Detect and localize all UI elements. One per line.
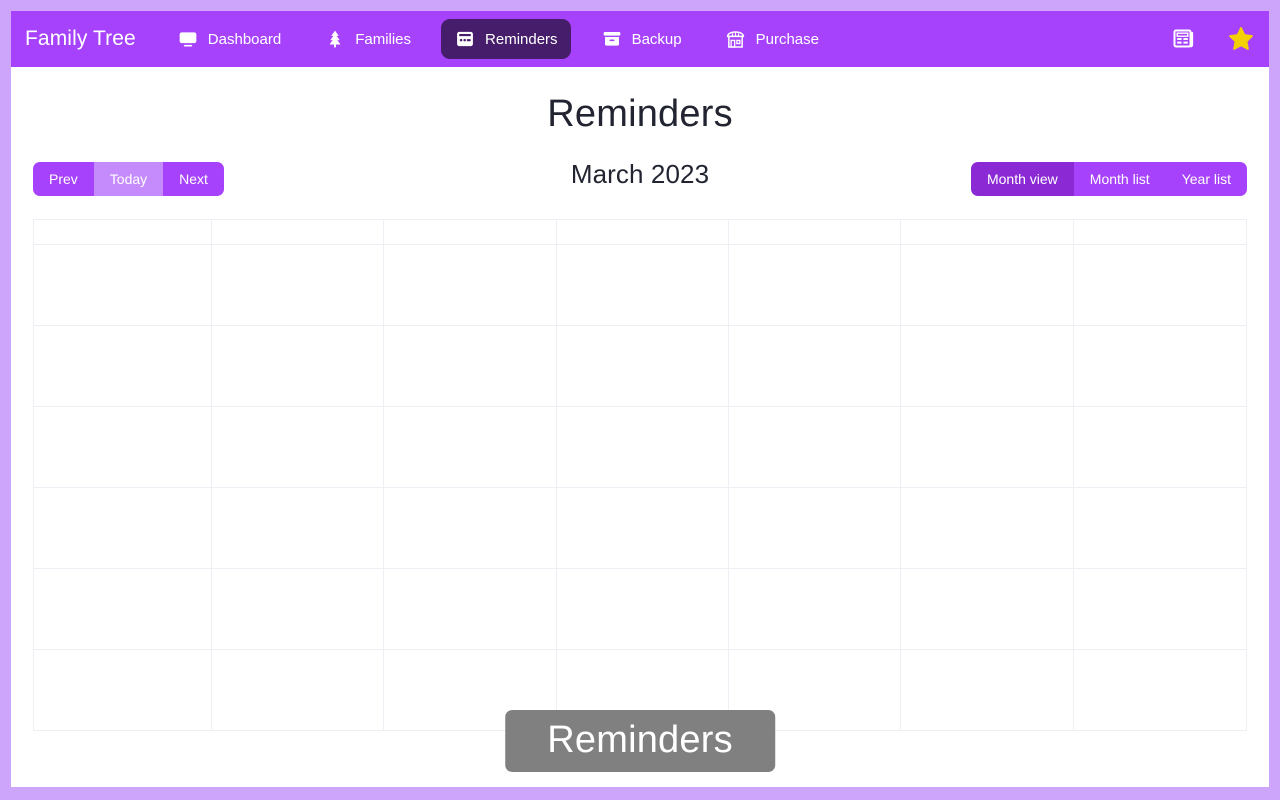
weekday-header — [728, 219, 902, 245]
nav-items: Dashboard Families Reminders Backup Purc… — [164, 19, 849, 59]
page-title: Reminders — [547, 93, 733, 135]
calendar-day-cell[interactable] — [384, 568, 557, 650]
calendar-day-cell[interactable] — [1073, 488, 1246, 569]
nav-item-reminders[interactable]: Reminders — [441, 19, 571, 59]
calendar-week-row — [34, 568, 1246, 650]
nav-item-backup[interactable]: Backup — [588, 19, 695, 59]
calendar-day-cell[interactable] — [34, 568, 212, 650]
calendar-day-cell[interactable] — [901, 568, 1074, 650]
nav-label-families: Families — [355, 30, 412, 48]
calendar-day-cell[interactable] — [212, 325, 385, 407]
calendar-day-cell[interactable] — [212, 487, 385, 569]
calendar-day-cell[interactable] — [212, 568, 385, 650]
calendar-day-cell[interactable] — [1073, 407, 1246, 488]
calendar-day-cell[interactable] — [34, 487, 212, 569]
nav-label-reminders: Reminders — [485, 30, 558, 48]
calendar-day-cell[interactable] — [1073, 326, 1246, 407]
calendar-day-cell[interactable] — [556, 406, 729, 488]
calendar-day-cell[interactable] — [556, 568, 729, 650]
calendar-day-cell[interactable] — [212, 244, 385, 326]
calendar-week-row — [34, 487, 1246, 569]
nav-item-dashboard[interactable]: Dashboard — [164, 19, 294, 59]
calendar-day-cell[interactable] — [728, 406, 902, 488]
calendar-day-cell[interactable] — [901, 649, 1074, 731]
month-view-button[interactable]: Month view — [970, 161, 1074, 196]
calendar-day-cell[interactable] — [901, 325, 1074, 407]
calendar-day-cell[interactable] — [728, 325, 902, 407]
weekday-header — [34, 219, 212, 245]
calendar-icon — [454, 28, 476, 50]
app-brand: Family Tree — [25, 27, 136, 50]
calendar-day-cell[interactable] — [384, 325, 557, 407]
store-icon — [725, 28, 747, 50]
navbar-right-actions — [1169, 11, 1255, 67]
archive-icon — [601, 28, 623, 50]
nav-label-dashboard: Dashboard — [207, 30, 282, 48]
star-icon[interactable] — [1227, 25, 1255, 53]
calendar-day-cell[interactable] — [1073, 569, 1246, 650]
calendar-day-cell[interactable] — [34, 649, 212, 731]
calendar-day-cell[interactable] — [901, 406, 1074, 488]
calendar-day-cell[interactable] — [901, 487, 1074, 569]
tree-icon — [324, 28, 346, 50]
top-navbar: Family Tree Dashboard Families Reminders… — [11, 11, 1269, 67]
calendar-day-cell[interactable] — [1073, 650, 1246, 731]
nav-item-families[interactable]: Families — [311, 19, 424, 59]
calendar-grid — [33, 218, 1247, 731]
calendar-day-cell[interactable] — [212, 649, 385, 731]
calendar-day-cell[interactable] — [728, 487, 902, 569]
calendar-day-cell[interactable] — [556, 487, 729, 569]
calendar-week-row — [34, 244, 1246, 326]
weekday-header — [1073, 220, 1246, 245]
monitor-icon — [177, 28, 199, 50]
weekday-header — [212, 219, 385, 245]
weekday-header — [556, 219, 729, 245]
calendar-day-cell[interactable] — [384, 406, 557, 488]
weekday-header — [384, 219, 557, 245]
newspaper-icon[interactable] — [1169, 25, 1197, 53]
calendar-day-cell[interactable] — [1073, 245, 1246, 326]
calendar-day-cell[interactable] — [384, 487, 557, 569]
calendar-day-cell[interactable] — [556, 325, 729, 407]
nav-label-backup: Backup — [631, 30, 682, 48]
nav-item-purchase[interactable]: Purchase — [712, 19, 832, 59]
toast-message: Reminders — [505, 710, 775, 772]
calendar-day-cell[interactable] — [901, 244, 1074, 326]
calendar-week-row — [34, 406, 1246, 488]
month-list-button[interactable]: Month list — [1073, 161, 1166, 196]
main-content: Reminders Prev Today Next March 2023 Mon… — [11, 67, 1269, 787]
calendar-day-cell[interactable] — [34, 244, 212, 326]
app-window: Family Tree Dashboard Families Reminders… — [11, 11, 1269, 787]
calendar-week-row — [34, 325, 1246, 407]
calendar-day-cell[interactable] — [384, 244, 557, 326]
view-switch-button-group: Month view Month list Year list — [970, 161, 1247, 196]
calendar-day-cell[interactable] — [212, 406, 385, 488]
calendar-toolbar: Prev Today Next March 2023 Month view Mo… — [22, 151, 1258, 205]
calendar-day-cell[interactable] — [728, 568, 902, 650]
calendar-day-cell[interactable] — [728, 244, 902, 326]
calendar-day-cell[interactable] — [34, 325, 212, 407]
year-list-button[interactable]: Year list — [1165, 161, 1247, 196]
calendar-weekday-header-row — [34, 219, 1246, 245]
calendar-day-cell[interactable] — [556, 244, 729, 326]
nav-label-purchase: Purchase — [755, 30, 819, 48]
weekday-header — [901, 219, 1074, 245]
calendar-day-cell[interactable] — [34, 406, 212, 488]
